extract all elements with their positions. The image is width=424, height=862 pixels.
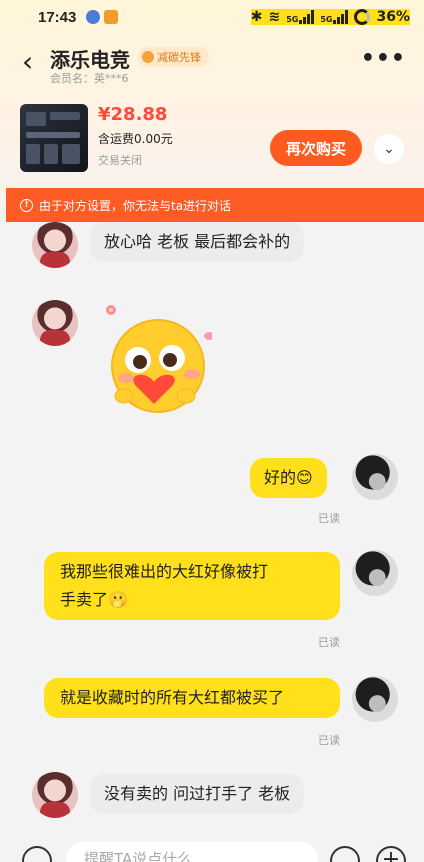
- message-bubble-right[interactable]: 就是收藏时的所有大红都被买了: [44, 678, 340, 718]
- message-text: 我那些很难出的大红好像被打: [60, 562, 269, 581]
- thumbnail-detail: [50, 112, 80, 120]
- read-receipt: 已读: [318, 512, 340, 525]
- emoji-icon[interactable]: [330, 846, 360, 862]
- shop-name[interactable]: 添乐电竞: [50, 44, 130, 73]
- back-icon[interactable]: ‹: [22, 48, 33, 76]
- message-text: 手卖了🫢: [60, 590, 128, 609]
- input-bar: 提醒TA说点什么 +: [0, 836, 424, 862]
- chat-header: ‹ 添乐电竞 减碳先锋 会员名：英***6 •••: [0, 38, 424, 88]
- status-bar: 17:43 ✱ ≋ 5G 5G 36%: [0, 0, 424, 34]
- product-card[interactable]: ¥28.88 含运费0.00元 交易关闭 再次购买 ⌄: [0, 96, 424, 180]
- network-label-1: 5G: [286, 15, 299, 24]
- eco-badge[interactable]: 减碳先锋: [138, 47, 209, 67]
- network-label-2: 5G: [320, 15, 333, 24]
- blushing-heart-emoji-icon[interactable]: [102, 304, 212, 416]
- warning-banner: ! 由于对方设置，你无法与ta进行对话: [6, 188, 424, 222]
- message-bubble-right[interactable]: 好的😊: [250, 458, 327, 498]
- voice-icon[interactable]: [22, 846, 52, 862]
- wifi-icon: ≋: [268, 9, 281, 25]
- message-text: 放心哈 老板 最后都会补的: [104, 232, 291, 251]
- status-time: 17:43: [38, 8, 77, 26]
- thumbnail-detail: [62, 144, 80, 164]
- signal-2: 5G: [320, 10, 349, 24]
- message-text: 没有卖的 问过打手了 老板: [104, 784, 291, 803]
- eco-badge-label: 减碳先锋: [157, 51, 201, 64]
- thumbnail-detail: [26, 112, 46, 126]
- message-bubble-right[interactable]: 我那些很难出的大红好像被打 手卖了🫢: [44, 552, 340, 620]
- warning-icon: !: [20, 198, 33, 212]
- avatar[interactable]: [32, 772, 78, 818]
- plus-icon[interactable]: +: [376, 846, 406, 862]
- message-bubble-left[interactable]: 没有卖的 问过打手了 老板: [90, 774, 305, 814]
- battery-percent: 36%: [376, 9, 410, 25]
- avatar[interactable]: [352, 550, 398, 596]
- read-receipt: 已读: [318, 734, 340, 747]
- warning-text: 由于对方设置，你无法与ta进行对话: [39, 198, 232, 213]
- signal-icon: [299, 10, 315, 24]
- more-options-icon[interactable]: •••: [361, 46, 406, 71]
- status-app-icons: [86, 10, 119, 24]
- avatar[interactable]: [352, 454, 398, 500]
- signal-1: 5G: [286, 10, 315, 24]
- thumbnail-detail: [26, 132, 80, 138]
- product-price: ¥28.88: [98, 104, 168, 125]
- avatar[interactable]: [32, 222, 78, 268]
- thumbnail-detail: [26, 144, 40, 164]
- battery-icon: [354, 9, 371, 25]
- signal-icon: [333, 10, 349, 24]
- product-thumbnail[interactable]: [20, 104, 88, 172]
- message-text: 就是收藏时的所有大红都被买了: [60, 688, 285, 707]
- deal-status: 交易关闭: [98, 154, 142, 167]
- message-text: 好的😊: [264, 468, 313, 487]
- read-receipt: 已读: [318, 636, 340, 649]
- thumbnail-detail: [44, 144, 58, 164]
- cloud-app-icon: [86, 10, 101, 24]
- rebuy-button[interactable]: 再次购买: [270, 130, 362, 166]
- bluetooth-icon: ✱: [250, 9, 263, 25]
- message-input[interactable]: 提醒TA说点什么: [66, 842, 318, 862]
- member-name: 会员名：英***6: [50, 72, 129, 85]
- shipping-fee: 含运费0.00元: [98, 132, 173, 146]
- leaf-icon: [142, 51, 154, 63]
- avatar[interactable]: [32, 300, 78, 346]
- avatar[interactable]: [352, 676, 398, 722]
- message-bubble-left[interactable]: 放心哈 老板 最后都会补的: [90, 222, 305, 262]
- chevron-down-icon[interactable]: ⌄: [374, 134, 404, 164]
- orange-app-icon: [104, 10, 119, 24]
- status-right: ✱ ≋ 5G 5G 36%: [250, 9, 410, 25]
